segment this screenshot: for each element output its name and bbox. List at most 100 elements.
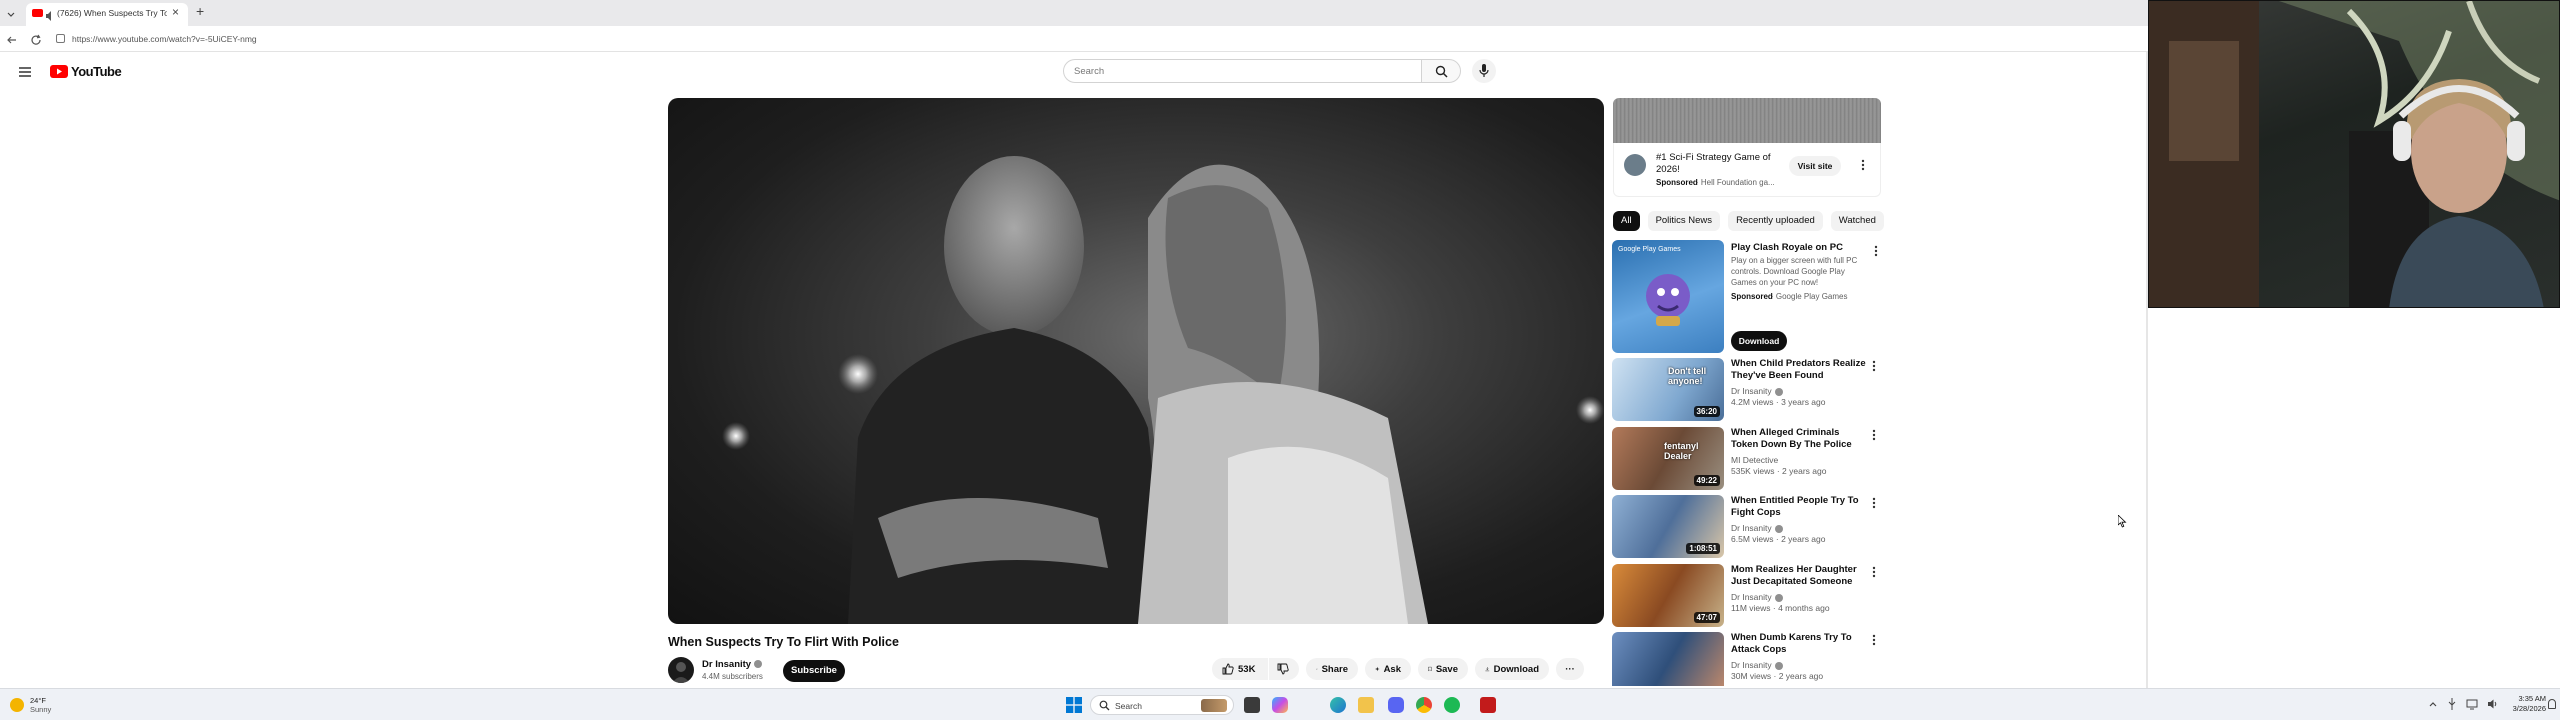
chip-watched[interactable]: Watched (1830, 211, 1884, 231)
recommendation-channel-text: Dr Insanity (1731, 386, 1772, 396)
recommendation-item[interactable]: When Dumb Karens Try To Attack Cops Dr I… (1612, 632, 1882, 686)
verified-badge-icon (1774, 524, 1783, 533)
advertiser-avatar (1624, 154, 1646, 176)
sponsored-download-button[interactable]: Download (1731, 331, 1787, 351)
recommendation-channel-text: Dr Insanity (1731, 592, 1772, 602)
search-button[interactable] (1421, 59, 1461, 83)
recommendation-title: When Alleged Criminals Token Down By The… (1731, 427, 1852, 450)
windows-start-icon[interactable] (1066, 697, 1082, 713)
search-input[interactable]: Search (1074, 66, 1104, 77)
video-duration: 1:08:51 (1686, 543, 1720, 554)
sponsored-rec-title: Play Clash Royale on PC (1731, 242, 1843, 253)
video-duration: 36:20 (1693, 406, 1720, 417)
thumbs-down-icon (1277, 663, 1289, 675)
youtube-favicon-icon (32, 9, 43, 17)
search-box[interactable]: Search (1063, 59, 1421, 83)
chevron-up-icon[interactable] (2428, 698, 2438, 710)
download-label: Download (1493, 663, 1539, 675)
spotify-icon[interactable] (1444, 697, 1460, 713)
tab-list-chevron-icon[interactable] (6, 7, 16, 17)
subscribe-button[interactable]: Subscribe (783, 660, 845, 682)
sun-icon (10, 698, 24, 712)
sponsored-rec-label: Sponsored (1731, 292, 1773, 301)
recommendation-item[interactable]: 47:07 Mom Realizes Her Daughter Just Dec… (1612, 564, 1882, 630)
audio-playing-icon[interactable] (46, 8, 54, 21)
ad-title: #1 Sci-Fi Strategy Game of 2026! (1656, 152, 1771, 175)
subscriber-count: 4.4M subscribers (702, 672, 763, 681)
recommendation-item[interactable]: 1:08:51 When Entitled People Try To Figh… (1612, 495, 1882, 561)
recommendation-item[interactable]: Don't tell anyone! 36:20 When Child Pred… (1612, 358, 1882, 424)
edge-browser-icon[interactable] (1330, 697, 1346, 713)
copilot-icon[interactable] (1272, 697, 1288, 713)
youtube-logo[interactable]: YouTube (50, 64, 122, 79)
recommendation-thumbnail (1612, 632, 1724, 686)
recommendation-item[interactable]: fentanyl Dealer 49:22 When Alleged Crimi… (1612, 427, 1882, 493)
network-icon[interactable] (2466, 698, 2478, 710)
mouse-pointer-icon (2117, 514, 2127, 533)
channel-avatar[interactable] (668, 657, 694, 683)
like-button[interactable]: 53K (1212, 658, 1268, 680)
thumb-overlay-text: Don't tell anyone! (1668, 366, 1707, 386)
download-button[interactable]: Download (1475, 658, 1549, 680)
thumbs-up-icon (1222, 663, 1234, 675)
windows-taskbar: 24°F Sunny Search 3:35 AM 3/28/2026 (0, 688, 2560, 720)
hamburger-icon[interactable] (18, 65, 32, 83)
share-icon (1316, 668, 1318, 670)
thumb-label: Google Play Games (1618, 246, 1681, 253)
recommendation-title: When Entitled People Try To Fight Cops (1731, 495, 1859, 518)
kebab-menu-icon[interactable] (1874, 244, 1878, 262)
chip-recently-uploaded[interactable]: Recently uploaded (1728, 211, 1823, 231)
recommendation-meta: 6.5M views · 2 years ago (1731, 534, 1826, 544)
taskbar-search-box[interactable]: Search (1090, 695, 1234, 715)
task-view-icon[interactable] (1244, 697, 1260, 713)
close-tab-icon[interactable]: × (172, 5, 179, 19)
new-tab-button[interactable]: + (196, 3, 204, 19)
chip-all[interactable]: All (1613, 211, 1640, 231)
file-explorer-icon[interactable] (1358, 697, 1374, 713)
notification-bell-icon[interactable] (2548, 699, 2556, 709)
browser-tab-active[interactable]: (7626) When Suspects Try To Fl × (26, 3, 188, 26)
usb-icon[interactable] (2447, 698, 2457, 710)
recording-app-icon[interactable] (1480, 697, 1496, 713)
verified-badge-icon (754, 660, 763, 669)
share-button[interactable]: Share (1306, 658, 1358, 680)
chip-politics-news[interactable]: Politics News (1647, 211, 1721, 231)
search-icon (1099, 700, 1110, 711)
dislike-button[interactable] (1269, 658, 1299, 680)
back-arrow-icon[interactable] (6, 33, 18, 51)
video-frame (722, 156, 1604, 624)
chrome-icon[interactable] (1416, 697, 1432, 713)
channel-name-text: Dr Insanity (702, 659, 752, 670)
ask-label: Ask (1383, 663, 1401, 675)
ask-button[interactable]: Ask (1365, 658, 1411, 680)
recommendation-thumbnail: 1:08:51 (1612, 495, 1724, 558)
kebab-menu-icon[interactable] (1861, 158, 1865, 176)
mic-button[interactable] (1472, 59, 1496, 83)
discord-icon[interactable] (1388, 697, 1404, 713)
kebab-menu-icon[interactable] (1872, 360, 1876, 372)
save-button[interactable]: Save (1418, 658, 1468, 680)
channel-name[interactable]: Dr Insanity (702, 659, 763, 670)
site-info-icon[interactable] (56, 34, 65, 43)
clock[interactable]: 3:35 AM 3/28/2026 (2500, 694, 2546, 714)
ad-banner-image[interactable] (1613, 98, 1881, 143)
kebab-menu-icon[interactable] (1872, 634, 1876, 646)
sponsored-recommendation[interactable]: Google Play Games Play Clash Royale on P… (1612, 240, 1882, 354)
taskbar-search-label: Search (1115, 701, 1142, 711)
kebab-menu-icon[interactable] (1872, 566, 1876, 578)
more-actions-button[interactable]: ··· (1556, 658, 1584, 680)
video-player[interactable] (668, 98, 1604, 624)
visit-site-button[interactable]: Visit site (1789, 156, 1841, 176)
clock-date: 3/28/2026 (2512, 704, 2546, 713)
url-field[interactable]: https://www.youtube.com/watch?v=-5UiCEY-… (72, 34, 257, 44)
weather-widget[interactable]: 24°F Sunny (10, 695, 51, 715)
recommendation-channel: Dr Insanity (1731, 660, 1783, 670)
share-label: Share (1321, 663, 1348, 675)
verified-badge-icon (1774, 593, 1783, 602)
volume-icon[interactable] (2487, 698, 2499, 710)
kebab-menu-icon[interactable] (1872, 497, 1876, 509)
recommendation-title: When Dumb Karens Try To Attack Cops (1731, 632, 1852, 655)
kebab-menu-icon[interactable] (1872, 429, 1876, 441)
reload-icon[interactable] (30, 33, 42, 51)
ad-card[interactable]: #1 Sci-Fi Strategy Game of 2026! Sponsor… (1613, 143, 1881, 197)
